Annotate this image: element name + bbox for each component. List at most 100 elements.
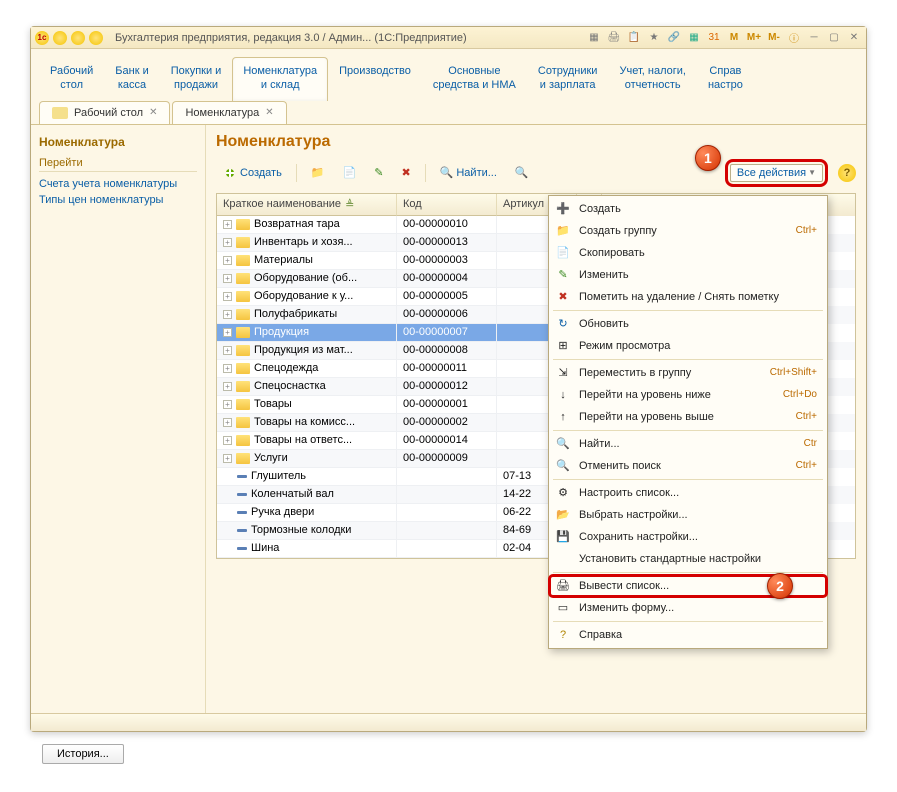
main-nav-item[interactable]: Производство (328, 57, 422, 101)
tb-icon[interactable]: 🖨 (606, 30, 622, 46)
menu-icon: 🔍 (555, 436, 571, 452)
folder-icon (236, 345, 250, 356)
menu-icon: ➕ (555, 201, 571, 217)
menu-item[interactable]: Установить стандартные настройки (549, 548, 827, 570)
window-title: Бухгалтерия предприятия, редакция 3.0 / … (115, 32, 586, 44)
find-button[interactable]: 🔍Найти... (433, 163, 504, 182)
expand-icon[interactable]: + (223, 436, 232, 445)
menu-item[interactable]: ✖Пометить на удаление / Снять пометку (549, 286, 827, 308)
menu-item[interactable]: ▭Изменить форму... (549, 597, 827, 619)
menu-item[interactable]: ↻Обновить (549, 313, 827, 335)
create-button[interactable]: Создать (216, 163, 289, 183)
m-plus-icon[interactable]: M+ (746, 30, 762, 46)
star-icon[interactable]: ★ (646, 30, 662, 46)
menu-item[interactable]: ⚙Настроить список... (549, 482, 827, 504)
new-folder-button[interactable]: 📁 (304, 163, 332, 182)
history-button[interactable]: История... (42, 744, 124, 764)
expand-icon[interactable]: + (223, 364, 232, 373)
folder-icon (236, 363, 250, 374)
item-icon (237, 493, 247, 496)
menu-item[interactable]: 📁Создать группуCtrl+ (549, 220, 827, 242)
expand-icon[interactable]: + (223, 220, 232, 229)
menu-item[interactable]: ⊞Режим просмотра (549, 335, 827, 357)
maximize-icon[interactable]: ▢ (826, 30, 842, 46)
main-nav-item[interactable]: Банк икасса (104, 57, 159, 101)
menu-icon: ⊞ (555, 338, 571, 354)
menu-item[interactable]: 🖨Вывести список...2 (549, 575, 827, 597)
folder-icon (236, 453, 250, 464)
expand-icon[interactable]: + (223, 310, 232, 319)
calendar-icon[interactable]: 31 (706, 30, 722, 46)
search-cancel-icon: 🔍 (515, 166, 529, 179)
expand-icon[interactable]: + (223, 454, 232, 463)
menu-item[interactable]: 📂Выбрать настройки... (549, 504, 827, 526)
copy-button[interactable]: 📄 (336, 163, 364, 182)
menu-item[interactable]: ⇲Переместить в группуCtrl+Shift+ (549, 362, 827, 384)
m-icon[interactable]: M (726, 30, 742, 46)
m-minus-icon[interactable]: M- (766, 30, 782, 46)
main-nav-item[interactable]: Рабочийстол (39, 57, 104, 101)
subtab-nomenclature[interactable]: Номенклатура ✕ (172, 101, 286, 124)
menu-item[interactable]: ✎Изменить (549, 264, 827, 286)
menu-icon: ✎ (555, 267, 571, 283)
menu-item[interactable]: 🔍Отменить поискCtrl+ (549, 455, 827, 477)
close-icon[interactable]: ✕ (265, 107, 273, 118)
expand-icon[interactable]: + (223, 238, 232, 247)
main-nav-item[interactable]: Учет, налоги,отчетность (608, 57, 696, 101)
help-button[interactable]: ? (838, 164, 856, 182)
col-code[interactable]: Код (397, 194, 497, 216)
expand-icon[interactable]: + (223, 256, 232, 265)
all-actions-highlight: Все действия ▼ (725, 159, 828, 187)
close-icon[interactable]: ✕ (846, 30, 862, 46)
expand-icon[interactable]: + (223, 382, 232, 391)
menu-icon: ↑ (555, 409, 571, 425)
calc-icon[interactable]: ▦ (686, 30, 702, 46)
tb-icon[interactable]: 🔗 (666, 30, 682, 46)
tb-icon[interactable]: 📋 (626, 30, 642, 46)
subtab-label: Рабочий стол (74, 107, 143, 119)
callout-1: 1 (695, 145, 721, 171)
menu-item[interactable]: 📄Скопировать (549, 242, 827, 264)
menu-item[interactable]: 🔍Найти...Ctr (549, 433, 827, 455)
sidebar-link[interactable]: Типы цен номенклатуры (39, 192, 197, 208)
item-icon (237, 511, 247, 514)
minimize-icon[interactable]: ─ (806, 30, 822, 46)
main-nav-item[interactable]: Покупки ипродажи (160, 57, 233, 101)
menu-icon: ↻ (555, 316, 571, 332)
expand-icon[interactable]: + (223, 274, 232, 283)
info-icon[interactable]: ⓘ (786, 30, 802, 46)
col-name[interactable]: Краткое наименование ≜ (217, 194, 397, 216)
expand-icon[interactable]: + (223, 292, 232, 301)
expand-icon[interactable]: + (223, 418, 232, 427)
close-icon[interactable]: ✕ (149, 107, 157, 118)
cancel-find-button[interactable]: 🔍 (508, 163, 536, 182)
expand-icon[interactable]: + (223, 346, 232, 355)
delete-button[interactable]: ✖ (394, 163, 417, 182)
menu-item[interactable]: ?Справка (549, 624, 827, 646)
menu-icon: ⚙ (555, 485, 571, 501)
sidebar-link[interactable]: Счета учета номенклатуры (39, 176, 197, 192)
menu-item[interactable]: 💾Сохранить настройки... (549, 526, 827, 548)
expand-icon[interactable]: + (223, 328, 232, 337)
folder-icon (236, 255, 250, 266)
menu-item[interactable]: ↑Перейти на уровень вышеCtrl+ (549, 406, 827, 428)
menu-item[interactable]: ➕Создать (549, 198, 827, 220)
all-actions-button[interactable]: Все действия ▼ (730, 164, 823, 182)
titlebar-dot[interactable] (53, 31, 67, 45)
main-nav: РабочийстолБанк икассаПокупки ипродажиНо… (31, 49, 866, 101)
titlebar-dot[interactable] (89, 31, 103, 45)
tb-icon[interactable]: ▦ (586, 30, 602, 46)
folder-icon (236, 309, 250, 320)
titlebar-dot[interactable] (71, 31, 85, 45)
main-nav-item[interactable]: Справнастро (697, 57, 754, 101)
expand-icon[interactable]: + (223, 400, 232, 409)
subtab-desktop[interactable]: Рабочий стол ✕ (39, 101, 170, 124)
main-nav-item[interactable]: Основныесредства и НМА (422, 57, 527, 101)
menu-item[interactable]: ↓Перейти на уровень нижеCtrl+Do (549, 384, 827, 406)
folder-icon (236, 435, 250, 446)
menu-icon (555, 551, 571, 567)
main-nav-item[interactable]: Номенклатураи склад (232, 57, 328, 101)
pencil-icon: ✎ (374, 166, 383, 179)
edit-button[interactable]: ✎ (367, 163, 390, 182)
main-nav-item[interactable]: Сотрудникии зарплата (527, 57, 609, 101)
